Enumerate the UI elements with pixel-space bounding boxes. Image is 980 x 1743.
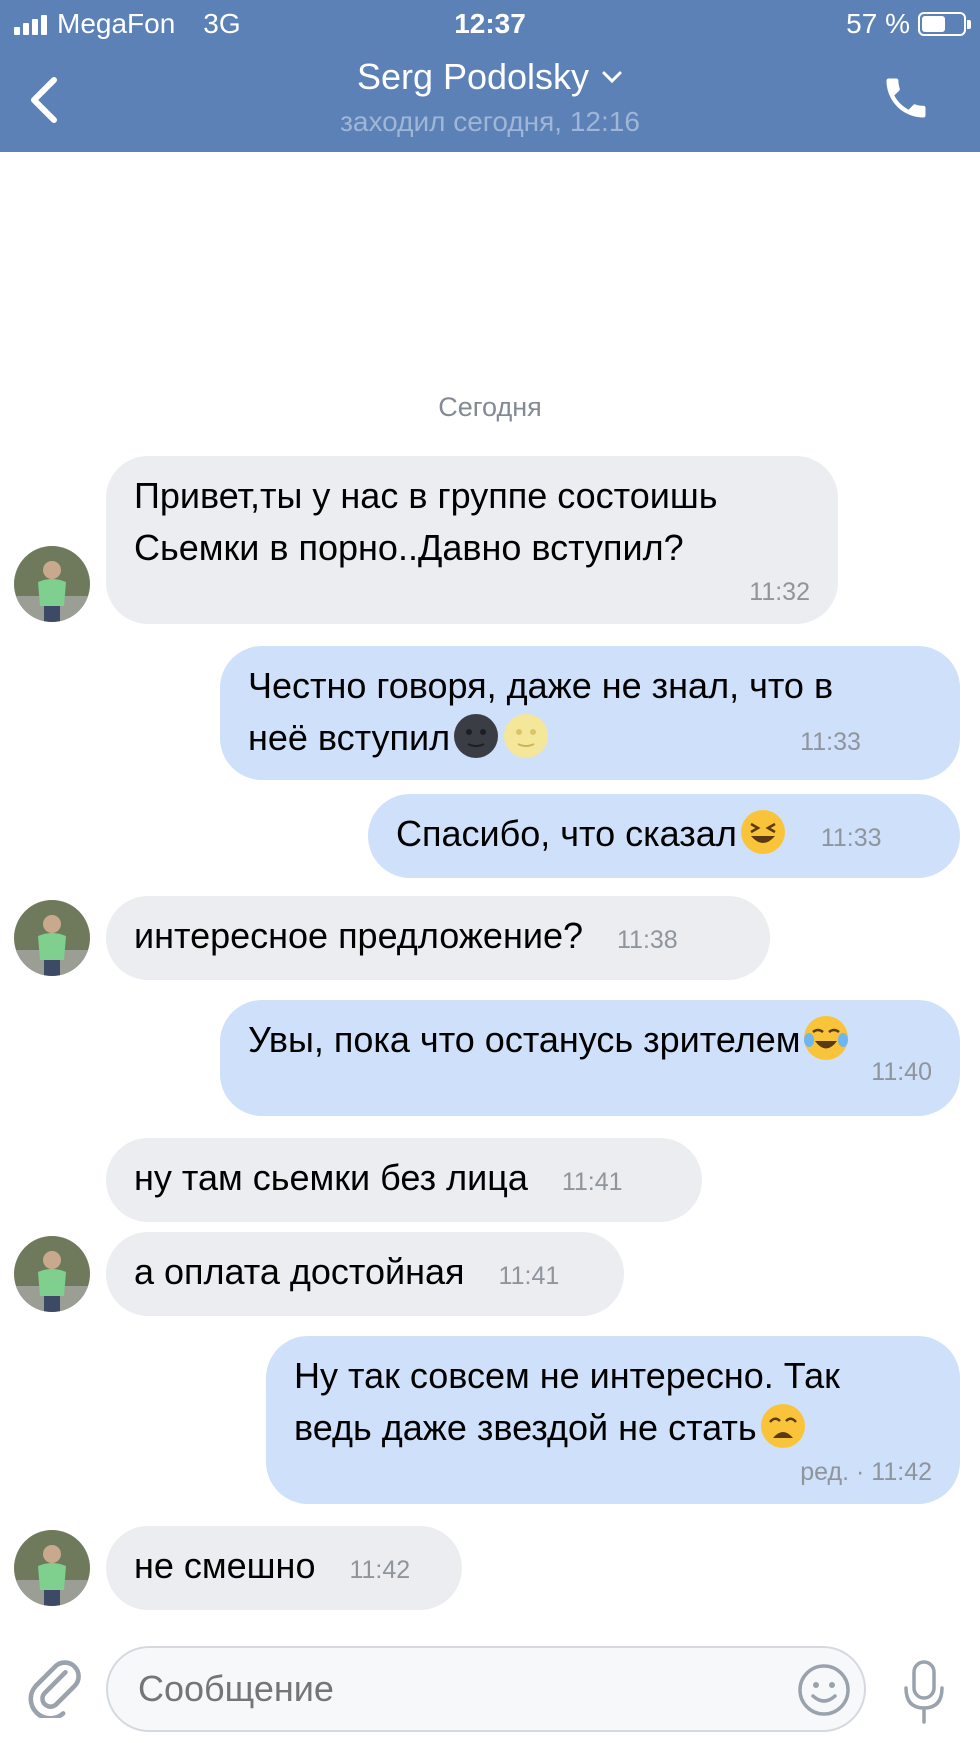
message-line: неё вступил 11:33 [248, 712, 932, 768]
message-bubble-incoming[interactable]: ну там сьемки без лица 11:41 [106, 1138, 702, 1222]
battery-icon [918, 12, 971, 36]
avatar-photo [14, 1530, 90, 1606]
avatar-photo [14, 1236, 90, 1312]
message-input[interactable] [106, 1646, 866, 1732]
battery-percent: 57 % [846, 8, 910, 39]
message-bubble-outgoing[interactable]: Честно говоря, даже не знал, что в неё в… [220, 646, 960, 780]
message-time: 11:41 [498, 1262, 560, 1290]
message-text: не смешно [134, 1545, 316, 1586]
chat-title[interactable]: Serg Podolsky [357, 56, 623, 98]
message-line: Ну так совсем не интересно. Так [294, 1355, 840, 1396]
call-button[interactable] [880, 72, 932, 124]
tears-of-joy-face-icon [804, 1016, 849, 1060]
message-time: ред. · 11:42 [800, 1458, 932, 1486]
full-moon-face-icon [504, 714, 549, 758]
last-seen: заходил сегодня, 12:16 [340, 106, 640, 137]
avatar-photo [14, 546, 90, 622]
message-line: Сьемки в порно..Давно вступил? [134, 527, 684, 568]
message-bubble-outgoing[interactable]: Ну так совсем не интересно. Так ведь даж… [266, 1336, 960, 1504]
message-line: ведь даже звездой не стать [294, 1402, 932, 1454]
message-time: 11:40 [871, 1058, 932, 1086]
message-time: 11:32 [749, 578, 810, 606]
message-text: а оплата достойная [134, 1251, 465, 1292]
message-time: 11:33 [800, 728, 861, 756]
avatar[interactable] [14, 1236, 90, 1312]
message-text: ведь даже звездой не стать [294, 1407, 757, 1448]
status-battery: 57 % [846, 8, 971, 40]
new-moon-face-icon [454, 714, 499, 758]
weary-face-icon [760, 1404, 805, 1448]
microphone-icon[interactable] [898, 1658, 950, 1726]
avatar[interactable] [14, 546, 90, 622]
avatar-photo [14, 900, 90, 976]
message-bubble-outgoing[interactable]: Спасибо, что сказал 11:33 [368, 794, 960, 878]
message-text: интересное предложение? [134, 915, 583, 956]
chat-title-block[interactable]: Serg Podolsky заходил сегодня, 12:16 [0, 56, 980, 138]
message-time: 11:42 [349, 1556, 411, 1584]
grinning-squinting-face-icon [740, 810, 785, 854]
message-time: 11:38 [617, 926, 678, 954]
message-time: 11:33 [820, 824, 882, 852]
message-text: неё вступил [248, 717, 451, 758]
message-text: Спасибо, что сказал [396, 813, 737, 854]
chat-header: MegaFon 3G 12:37 57 % Serg Podolsky захо… [0, 0, 980, 152]
paperclip-icon[interactable] [26, 1654, 82, 1718]
day-separator: Сегодня [438, 392, 542, 422]
message-bubble-incoming[interactable]: Привет,ты у нас в группе состоишь Сьемки… [106, 456, 838, 624]
message-bubble-incoming[interactable]: не смешно 11:42 [106, 1526, 462, 1610]
message-line: Честно говоря, даже не знал, что в [248, 665, 834, 706]
message-input-bar [0, 1628, 980, 1743]
message-bubble-incoming[interactable]: интересное предложение? 11:38 [106, 896, 770, 980]
message-text: ну там сьемки без лица [134, 1157, 528, 1198]
contact-name: Serg Podolsky [356, 56, 590, 97]
status-time: 12:37 [454, 8, 526, 39]
message-bubble-incoming[interactable]: а оплата достойная 11:41 [106, 1232, 624, 1316]
smile-icon[interactable] [796, 1662, 852, 1718]
chevron-down-icon [602, 71, 622, 84]
message-text: Увы, пока что останусь зрителем [248, 1019, 801, 1060]
message-line: Привет,ты у нас в группе состоишь [134, 475, 718, 516]
message-bubble-outgoing[interactable]: Увы, пока что останусь зрителем 11:40 [220, 1000, 960, 1116]
message-time: 11:41 [561, 1168, 623, 1196]
avatar[interactable] [14, 900, 90, 976]
avatar[interactable] [14, 1530, 90, 1606]
